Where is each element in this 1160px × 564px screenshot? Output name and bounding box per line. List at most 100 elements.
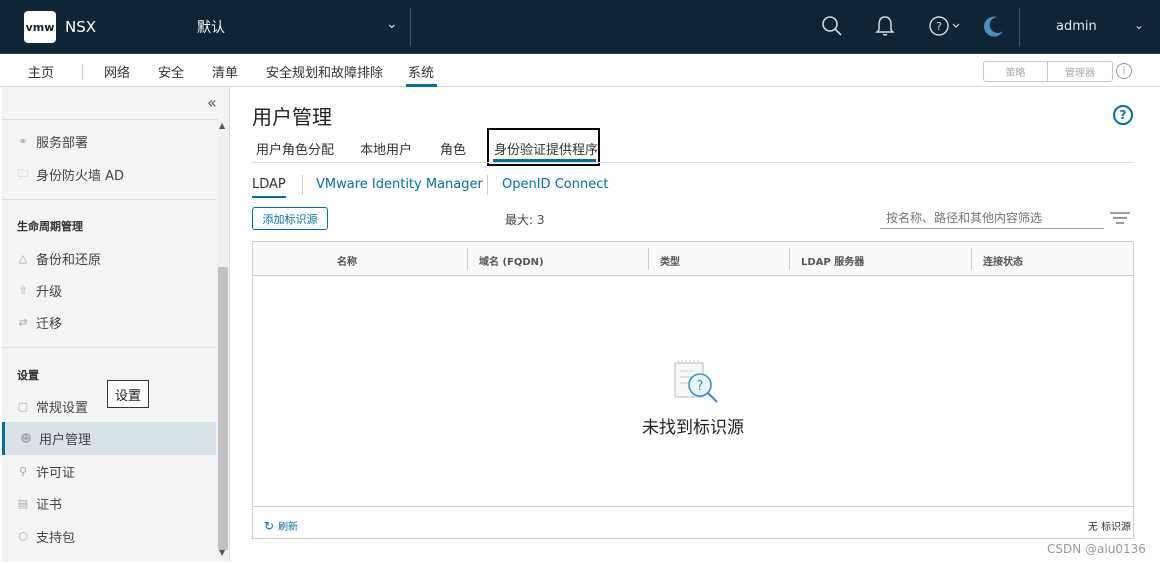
- sidebar: « ⚭ 服务部署 🗀 身份防火墙 AD 生命周期管理 △ 备份和还原 ⇧ 升级 ⇄ 迁移 …: [2, 87, 230, 562]
- nav-system[interactable]: 系统: [408, 62, 434, 81]
- sidebar-item-label: 迁移: [36, 317, 63, 332]
- watermark: CSDN @alu0136: [1047, 542, 1146, 556]
- chevron-down-icon[interactable]: ⌄: [386, 16, 398, 32]
- users-icon: ☻: [20, 432, 32, 445]
- refresh-label: 刷新: [278, 522, 299, 533]
- column-header-type[interactable]: 类型: [660, 253, 680, 268]
- nav-divider: [82, 64, 83, 80]
- sidebar-divider: [2, 347, 216, 348]
- column-divider[interactable]: [789, 248, 790, 270]
- sidebar-scrollbar-thumb[interactable]: [218, 267, 228, 550]
- sidebar-item-backup-restore[interactable]: △ 备份和还原: [16, 249, 101, 268]
- tab-roles[interactable]: 角色: [440, 139, 466, 158]
- sidebar-item-identity-firewall-ad[interactable]: 🗀 身份防火墙 AD: [16, 165, 125, 184]
- help-icon[interactable]: ?: [1113, 105, 1133, 125]
- svg-text:?: ?: [936, 20, 942, 33]
- main-nav: 主页 网络 安全 清单 安全规划和故障排除 系统 策略 管理器: [0, 54, 1160, 87]
- column-divider[interactable]: [648, 248, 649, 270]
- nav-inventory[interactable]: 清单: [212, 62, 238, 81]
- tab-local-users[interactable]: 本地用户: [360, 139, 412, 158]
- sidebar-divider: [2, 199, 216, 200]
- column-divider[interactable]: [467, 248, 468, 270]
- sidebar-item-label: 证书: [36, 498, 63, 513]
- user-menu[interactable]: admin: [1056, 19, 1097, 34]
- filter-lines-icon[interactable]: [1110, 212, 1130, 228]
- subtab-divider: [302, 175, 303, 195]
- tabs-divider: [252, 162, 1134, 163]
- folder-icon: 🗀: [17, 167, 29, 180]
- top-header: vmw NSX 默认 ⌄ ? admin ⌄: [0, 0, 1160, 54]
- nav-home[interactable]: 主页: [28, 62, 54, 81]
- subtab-vmware-identity-manager[interactable]: VMware Identity Manager: [316, 177, 483, 192]
- nav-networking[interactable]: 网络: [104, 62, 130, 81]
- sidebar-item-support-bundle[interactable]: ⬡ 支持包: [16, 527, 75, 546]
- bundle-icon: ⬡: [18, 530, 28, 543]
- filter-input[interactable]: [880, 207, 1104, 229]
- max-count-label: 最大: 3: [505, 213, 545, 227]
- refresh-icon: ↻: [264, 518, 275, 533]
- page-title: 用户管理: [252, 105, 332, 129]
- sidebar-item-label: 常规设置: [36, 401, 89, 416]
- identity-source-grid: 名称 域名 (FQDN) 类型 LDAP 服务器 连接状态 ? 未找到标识源 ↻…: [252, 241, 1134, 539]
- collapse-sidebar-icon[interactable]: «: [207, 93, 217, 112]
- column-header-connection-status[interactable]: 连接状态: [983, 253, 1023, 268]
- sidebar-item-label: 支持包: [36, 531, 76, 546]
- tab-user-role-assignment[interactable]: 用户角色分配: [256, 139, 334, 158]
- subtab-openid-connect[interactable]: OpenID Connect: [502, 177, 608, 192]
- subtab-ldap[interactable]: LDAP: [252, 177, 286, 192]
- sidebar-item-user-management[interactable]: ☻ 用户管理: [19, 429, 91, 448]
- column-header-fqdn[interactable]: 域名 (FQDN): [479, 253, 544, 268]
- mode-toggle: 策略 管理器: [983, 61, 1113, 82]
- policy-mode-button[interactable]: 策略: [984, 62, 1048, 81]
- sidebar-item-service-deployment[interactable]: ⚭ 服务部署: [16, 132, 88, 151]
- section-heading-lifecycle: 生命周期管理: [17, 220, 83, 233]
- scroll-down-arrow-icon[interactable]: ▼: [219, 548, 225, 557]
- grid-footer: ↻ 刷新 无 标识源: [253, 506, 1133, 539]
- add-identity-source-button[interactable]: 添加标识源: [252, 207, 328, 230]
- context-selector[interactable]: 默认: [197, 17, 225, 37]
- sidebar-item-label: 身份防火墙 AD: [36, 169, 125, 184]
- upgrade-icon: ⇧: [18, 284, 28, 297]
- sidebar-item-upgrade[interactable]: ⇧ 升级: [16, 281, 62, 300]
- tab-authentication-providers[interactable]: 身份验证提供程序: [494, 139, 598, 158]
- nav-plan-troubleshoot[interactable]: 安全规划和故障排除: [266, 62, 383, 81]
- sidebar-item-migrate[interactable]: ⇄ 迁移: [16, 313, 62, 332]
- sidebar-item-label: 服务部署: [36, 136, 89, 151]
- column-header-ldap-server[interactable]: LDAP 服务器: [801, 253, 864, 268]
- empty-state-message: 未找到标识源: [642, 418, 744, 438]
- migrate-icon: ⇄: [18, 316, 28, 329]
- subtab-active-indicator: [252, 196, 286, 198]
- backup-icon: △: [18, 252, 28, 265]
- chevron-down-icon[interactable]: ⌄: [1134, 18, 1144, 32]
- sidebar-item-label: 升级: [36, 285, 63, 300]
- settings-doc-icon: ▢: [17, 400, 29, 413]
- sidebar-item-general-settings[interactable]: ▢ 常规设置: [16, 397, 88, 416]
- column-header-name[interactable]: 名称: [337, 253, 357, 268]
- svg-text:?: ?: [697, 379, 704, 394]
- help-menu-icon[interactable]: ?: [929, 16, 961, 40]
- link-icon: ⚭: [18, 135, 28, 148]
- scroll-up-arrow-icon[interactable]: ▲: [219, 121, 225, 130]
- sidebar-item-licenses[interactable]: ⚲ 许可证: [16, 462, 75, 481]
- grid-header: 名称 域名 (FQDN) 类型 LDAP 服务器 连接状态: [253, 242, 1133, 276]
- subtab-divider: [487, 175, 488, 195]
- header-divider: [410, 8, 411, 46]
- nav-active-indicator: [406, 84, 437, 87]
- product-name: NSX: [65, 18, 97, 36]
- nav-security[interactable]: 安全: [158, 62, 184, 81]
- empty-search-icon: ?: [673, 359, 729, 413]
- info-icon[interactable]: i: [1116, 63, 1132, 79]
- manager-mode-button[interactable]: 管理器: [1048, 62, 1112, 81]
- certificate-icon: ▤: [17, 497, 29, 510]
- section-heading-settings: 设置: [17, 369, 39, 382]
- column-divider[interactable]: [971, 248, 972, 270]
- refresh-button[interactable]: ↻ 刷新: [264, 518, 299, 534]
- sidebar-divider: [2, 119, 218, 120]
- key-icon: ⚲: [18, 465, 28, 478]
- tooltip: 设置: [107, 380, 149, 408]
- sidebar-item-certificates[interactable]: ▤ 证书: [16, 494, 62, 513]
- item-count: 无 标识源: [1087, 522, 1131, 533]
- bell-icon[interactable]: [875, 15, 895, 41]
- search-icon[interactable]: [821, 15, 843, 41]
- moon-icon[interactable]: [983, 15, 1005, 41]
